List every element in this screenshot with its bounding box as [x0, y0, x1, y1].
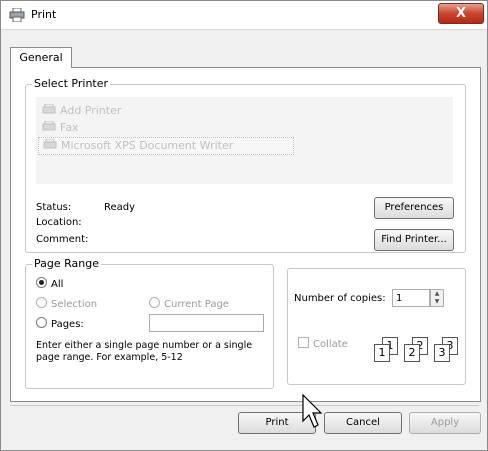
tab-general[interactable]: General — [10, 47, 72, 68]
footer-divider — [10, 405, 479, 406]
find-printer-button[interactable]: Find Printer... — [374, 229, 454, 251]
general-tab-panel: Select Printer Add Printer Fax Microsoft… — [10, 67, 481, 402]
radio-dot — [36, 277, 47, 288]
comment-label: Comment: — [36, 234, 89, 245]
printer-list[interactable]: Add Printer Fax Microsoft XPS Document W… — [36, 97, 453, 184]
printer-item-fax[interactable]: Fax — [42, 121, 79, 134]
printer-icon — [9, 8, 25, 22]
fax-icon — [42, 121, 56, 131]
status-label: Status: — [36, 202, 72, 213]
checkbox-box — [298, 337, 309, 348]
page-range-label: Page Range — [32, 257, 101, 270]
copies-input[interactable]: 1 — [392, 289, 430, 307]
radio-pages[interactable]: Pages: — [36, 317, 84, 330]
page-icon: 1 — [374, 344, 390, 362]
copies-label: Number of copies: — [294, 293, 386, 304]
radio-all[interactable]: All — [36, 277, 63, 290]
printer-name: Fax — [60, 121, 79, 134]
spin-up-icon[interactable]: ▲ — [431, 290, 443, 298]
title-bar: Print X — [1, 1, 487, 30]
radio-selection[interactable]: Selection — [36, 297, 97, 310]
mouse-cursor-icon — [302, 393, 323, 428]
window-title: Print — [31, 8, 57, 21]
location-label: Location: — [36, 217, 82, 228]
add-printer-icon — [42, 104, 56, 114]
apply-button[interactable]: Apply — [409, 412, 481, 434]
collate-illustration: 1 1 2 2 3 3 — [374, 337, 464, 377]
preferences-button[interactable]: Preferences — [374, 197, 454, 219]
pages-input[interactable] — [149, 314, 264, 332]
cancel-button[interactable]: Cancel — [324, 412, 402, 434]
spin-down-icon[interactable]: ▼ — [431, 298, 443, 306]
printer-icon — [43, 139, 57, 149]
select-printer-label: Select Printer — [32, 77, 111, 90]
copies-group: Number of copies: 1 ▲ ▼ Collate 1 1 2 2 … — [287, 268, 466, 385]
radio-dot — [36, 297, 47, 308]
collate-checkbox[interactable]: Collate — [298, 337, 348, 350]
printer-name: Microsoft XPS Document Writer — [61, 139, 234, 152]
page-range-group: Page Range All Selection Current Page Pa… — [25, 257, 274, 389]
print-dialog: Print X General Select Printer Add Print… — [0, 0, 488, 451]
status-value: Ready — [104, 202, 136, 213]
page-icon: 3 — [434, 344, 450, 362]
radio-dot — [149, 297, 160, 308]
printer-item-microsoft-xps[interactable]: Microsoft XPS Document Writer — [38, 137, 294, 155]
printer-item-add-printer[interactable]: Add Printer — [42, 104, 121, 117]
close-button[interactable]: X — [438, 3, 484, 24]
select-printer-group: Select Printer Add Printer Fax Microsoft… — [25, 77, 466, 253]
radio-current-page[interactable]: Current Page — [149, 297, 229, 310]
copies-spinner[interactable]: ▲ ▼ — [430, 289, 444, 307]
page-icon: 2 — [404, 344, 420, 362]
printer-name: Add Printer — [60, 104, 122, 117]
page-range-hint: Enter either a single page number or a s… — [36, 340, 253, 363]
radio-dot — [36, 317, 47, 328]
